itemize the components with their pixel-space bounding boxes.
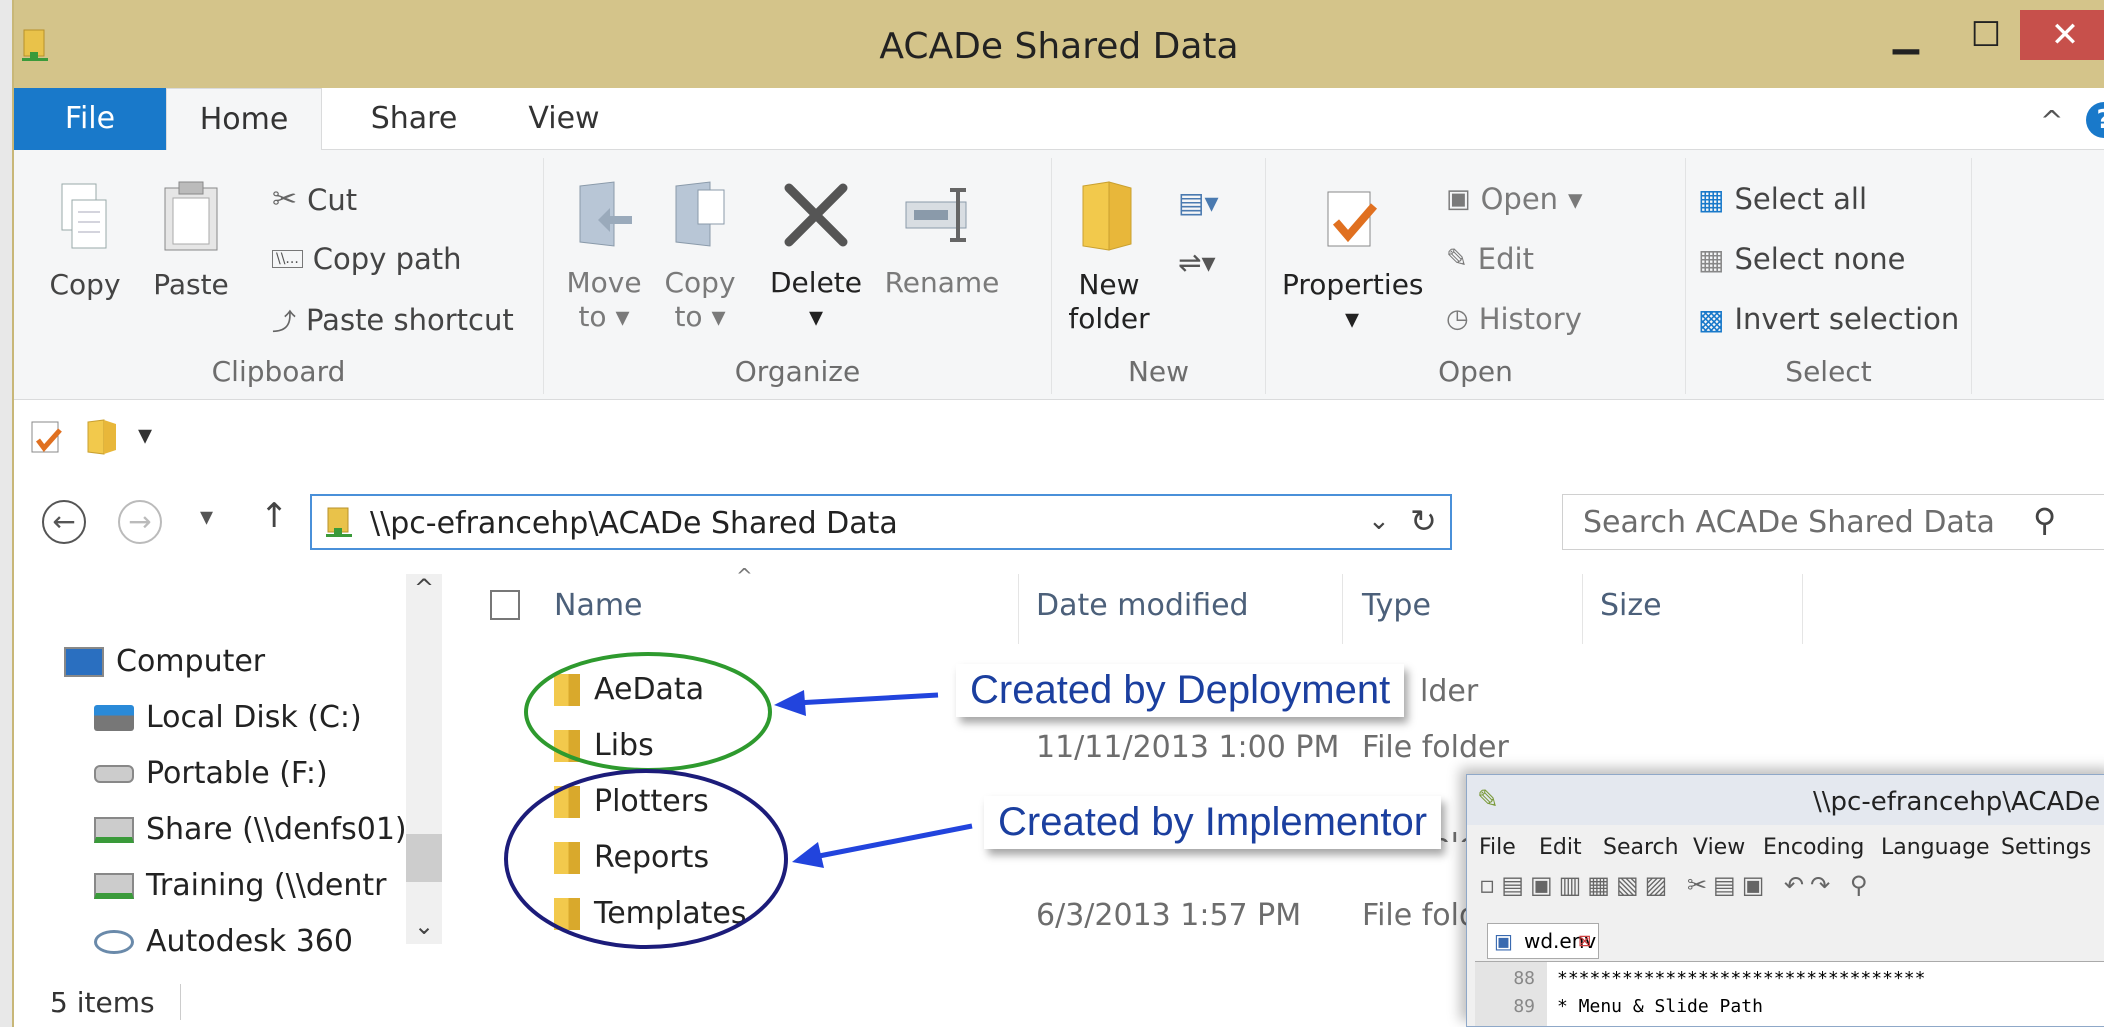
notepad-title: \\pc-efrancehp\ACADe S — [1813, 787, 2104, 817]
notepad-menu-encoding[interactable]: Encoding — [1763, 835, 1864, 860]
notepad-toolbar: ▫▤▣▥▦▧▨ ✂▤▣ ↶↷ ⚲ — [1467, 865, 2104, 907]
line-number-gutter: 88 89 — [1475, 962, 1547, 1026]
notepad-app-icon: ✎ — [1477, 785, 1499, 815]
implementor-arrow-head — [792, 842, 824, 868]
notepad-menu-settings[interactable]: Settings — [2001, 835, 2091, 860]
notepad-title-bar: ✎ \\pc-efrancehp\ACADe S — [1467, 775, 2104, 825]
notepad-toolbar-icons[interactable]: ▫▤▣▥▦▧▨ ✂▤▣ ↶↷ ⚲ — [1479, 871, 1873, 899]
explorer-window: ACADe Shared Data ▁ ☐ ✕ File Home Share … — [12, 0, 2104, 1027]
notepad-menu-language[interactable]: Language — [1881, 835, 1990, 860]
line-number: 88 — [1513, 968, 1535, 989]
tab-close-icon[interactable]: ⊠ — [1578, 924, 1591, 958]
notepad-menu-search[interactable]: Search — [1603, 835, 1679, 860]
green-annotation-circle — [524, 652, 772, 772]
notepad-tab[interactable]: ▣ wd.env ⊠ — [1487, 923, 1599, 959]
editor-line: * Menu & Slide Path — [1557, 996, 1763, 1017]
notepad-editor[interactable]: 88 89 **********************************… — [1475, 961, 2104, 1026]
deployment-arrow-line — [795, 692, 939, 706]
notepad-menu-file[interactable]: File — [1479, 835, 1516, 860]
callout-deployment: Created by Deployment — [956, 664, 1405, 717]
implementor-arrow-line — [813, 823, 973, 860]
callout-implementor: Created by Implementor — [984, 796, 1442, 849]
notepad-menu-bar: File Edit Search View Encoding Language … — [1467, 825, 2104, 865]
deployment-arrow-head — [774, 690, 806, 716]
navy-annotation-circle — [504, 769, 788, 949]
status-item-count: 5 items — [50, 986, 155, 1019]
notepad-menu-edit[interactable]: Edit — [1539, 835, 1582, 860]
notepad-window: ✎ \\pc-efrancehp\ACADe S File Edit Searc… — [1466, 774, 2104, 1027]
save-icon: ▣ — [1494, 929, 1513, 953]
notepad-menu-view[interactable]: View — [1693, 835, 1745, 860]
editor-line: ********************************** — [1557, 968, 1926, 989]
status-divider — [180, 984, 181, 1020]
line-number: 89 — [1513, 996, 1535, 1017]
